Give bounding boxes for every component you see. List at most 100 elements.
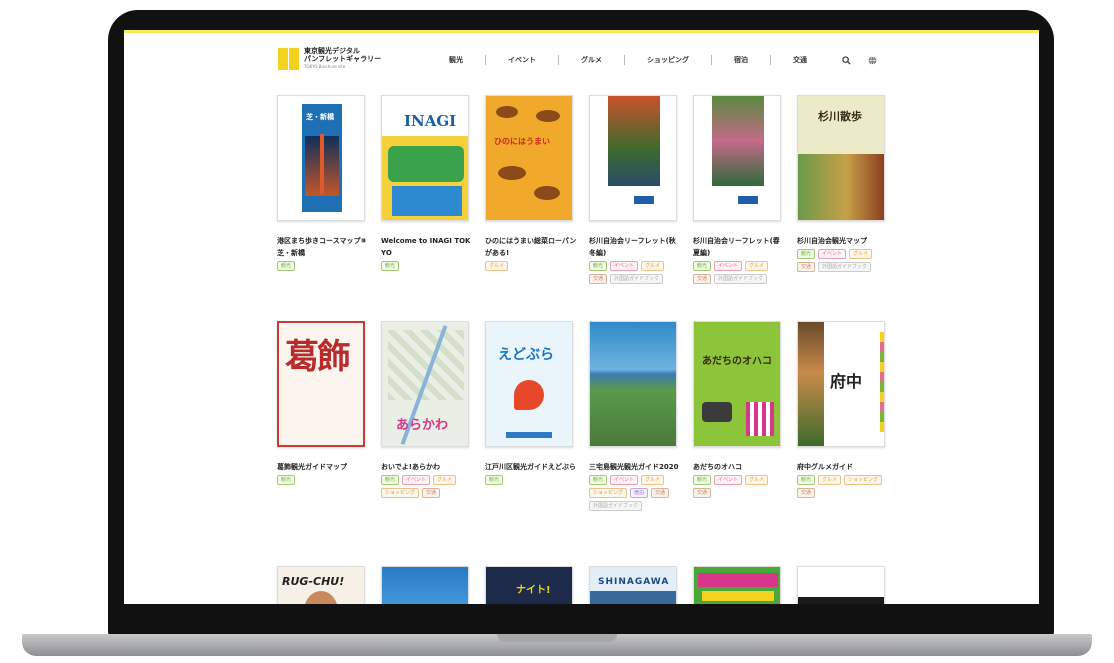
tag-transport[interactable]: 交通 <box>422 488 441 498</box>
tag-gourmet[interactable]: グルメ <box>849 249 873 259</box>
brochure-cover[interactable]: RUG-CHU! <box>277 566 365 604</box>
site-logo[interactable] <box>278 48 299 70</box>
tag-gourmet[interactable]: グルメ <box>433 475 457 485</box>
brochure-cover[interactable]: ひのにはうまい <box>485 95 573 221</box>
tag-foreign[interactable]: 外国語ガイドブック <box>818 262 872 272</box>
brochure-title[interactable]: 府中グルメガイド <box>797 461 889 473</box>
site-header: 東京観光デジタル パンフレットギャラリー TOKYO Brochure site… <box>124 30 1039 78</box>
cover-text: あだちのオハコ <box>702 356 772 367</box>
tag-shopping[interactable]: ショッピング <box>589 488 628 498</box>
brochure-card[interactable] <box>797 566 889 604</box>
brochure-cover[interactable] <box>381 566 469 604</box>
tag-shopping[interactable]: ショッピング <box>844 475 883 485</box>
brochure-title[interactable]: 江戸川区観光ガイドえどぶら <box>485 461 577 473</box>
tag-kanko[interactable]: 観光 <box>589 475 608 485</box>
brochure-card[interactable]: INAGI Welcome to INAGI TOKYO 観光 <box>381 95 473 271</box>
tag-shopping[interactable]: ショッピング <box>381 488 420 498</box>
brochure-cover[interactable]: 府中 <box>797 321 885 447</box>
tag-kanko[interactable]: 観光 <box>797 249 816 259</box>
tag-event[interactable]: イベント <box>402 475 431 485</box>
brochure-title[interactable]: 三宅島観光観光ガイド2020 <box>589 461 681 473</box>
search-icon[interactable] <box>842 56 851 65</box>
tag-kanko[interactable]: 観光 <box>381 261 400 271</box>
tag-transport[interactable]: 交通 <box>693 488 712 498</box>
nav-transport[interactable]: 交通 <box>771 55 829 65</box>
site-title[interactable]: 東京観光デジタル パンフレットギャラリー <box>304 47 381 63</box>
brochure-cover[interactable] <box>693 566 781 604</box>
brochure-card[interactable]: ひのにはうまい ひのにはうまい総菜ローパンがある! グルメ <box>485 95 577 271</box>
brochure-card[interactable]: 三宅島観光観光ガイド2020 観光 イベント グルメ ショッピング 宿泊 交通 … <box>589 321 681 511</box>
brochure-title[interactable]: Welcome to INAGI TOKYO <box>381 235 473 259</box>
nav-stay[interactable]: 宿泊 <box>712 55 771 65</box>
nav-gourmet[interactable]: グルメ <box>559 55 625 65</box>
tag-kanko[interactable]: 観光 <box>693 475 712 485</box>
brochure-card[interactable]: 芝・新橋 港区まち歩きコースマップ⑧ 芝・新橋 観光 <box>277 95 369 271</box>
brochure-cover[interactable] <box>693 95 781 221</box>
brochure-card[interactable]: えどぶら 江戸川区観光ガイドえどぶら 観光 <box>485 321 577 485</box>
tag-kanko[interactable]: 観光 <box>381 475 400 485</box>
nav-kanko[interactable]: 観光 <box>427 55 486 65</box>
brochure-card[interactable]: RUG-CHU! <box>277 566 369 604</box>
brochure-cover[interactable]: INAGI <box>381 95 469 221</box>
brochure-title[interactable]: 杉川自治会リーフレット(秋冬編) <box>589 235 681 259</box>
tag-event[interactable]: イベント <box>610 475 639 485</box>
brochure-title[interactable]: 杉川自治会リーフレット(春夏編) <box>693 235 785 259</box>
brochure-cover[interactable]: 杉川散歩 <box>797 95 885 221</box>
brochure-cover[interactable]: 葛飾 <box>277 321 365 447</box>
nav-event[interactable]: イベント <box>486 55 559 65</box>
tag-stay[interactable]: 宿泊 <box>630 488 649 498</box>
globe-icon[interactable] <box>868 56 877 65</box>
tag-kanko[interactable]: 観光 <box>693 261 712 271</box>
tag-foreign[interactable]: 外国語ガイドブック <box>610 274 664 284</box>
brochure-title[interactable]: あだちのオハコ <box>693 461 785 473</box>
brochure-card[interactable]: 杉川散歩 杉川自治会観光マップ 観光 イベント グルメ 交通 外国語ガイドブック <box>797 95 889 272</box>
brochure-card[interactable]: 葛飾 葛飾観光ガイドマップ 観光 <box>277 321 369 485</box>
brochure-cover[interactable]: あらかわ <box>381 321 469 447</box>
tag-gourmet[interactable]: グルメ <box>485 261 509 271</box>
tag-transport[interactable]: 交通 <box>797 262 816 272</box>
tag-kanko[interactable]: 観光 <box>485 475 504 485</box>
nav-shopping[interactable]: ショッピング <box>625 55 712 65</box>
tag-gourmet[interactable]: グルメ <box>641 475 665 485</box>
brochure-card[interactable]: あだちのオハコ あだちのオハコ 観光 イベント グルメ 交通 <box>693 321 785 498</box>
brochure-cover[interactable]: SHINAGAWA <box>589 566 677 604</box>
brochure-card[interactable]: 杉川自治会リーフレット(秋冬編) 観光 イベント グルメ 交通 外国語ガイドブッ… <box>589 95 681 284</box>
tag-gourmet[interactable]: グルメ <box>745 475 769 485</box>
brochure-card[interactable] <box>381 566 473 604</box>
brochure-title[interactable]: おいでよ!あらかわ <box>381 461 473 473</box>
tag-gourmet[interactable]: グルメ <box>818 475 842 485</box>
brochure-card[interactable]: 杉川自治会リーフレット(春夏編) 観光 イベント グルメ 交通 外国語ガイドブッ… <box>693 95 785 284</box>
brochure-cover[interactable]: えどぶら <box>485 321 573 447</box>
brochure-card[interactable]: あらかわ おいでよ!あらかわ 観光 イベント グルメ ショッピング 交通 <box>381 321 473 498</box>
brochure-cover[interactable] <box>589 321 677 447</box>
tag-kanko[interactable]: 観光 <box>589 261 608 271</box>
tag-kanko[interactable]: 観光 <box>277 475 296 485</box>
tag-transport[interactable]: 交通 <box>693 274 712 284</box>
tag-gourmet[interactable]: グルメ <box>745 261 769 271</box>
tag-kanko[interactable]: 観光 <box>797 475 816 485</box>
tag-foreign[interactable]: 外国語ガイドブック <box>589 501 643 511</box>
tag-gourmet[interactable]: グルメ <box>641 261 665 271</box>
tag-event[interactable]: イベント <box>714 261 743 271</box>
brochure-title[interactable]: ひのにはうまい総菜ローパンがある! <box>485 235 577 259</box>
brochure-cover[interactable] <box>797 566 885 604</box>
brochure-cover[interactable]: あだちのオハコ <box>693 321 781 447</box>
brochure-cover[interactable]: ナイト! <box>485 566 573 604</box>
brochure-card[interactable]: SHINAGAWA <box>589 566 681 604</box>
brochure-title[interactable]: 葛飾観光ガイドマップ <box>277 461 369 473</box>
tag-event[interactable]: イベント <box>714 475 743 485</box>
tag-transport[interactable]: 交通 <box>651 488 670 498</box>
tag-transport[interactable]: 交通 <box>589 274 608 284</box>
tag-event[interactable]: イベント <box>610 261 639 271</box>
tag-kanko[interactable]: 観光 <box>277 261 296 271</box>
brochure-card[interactable]: 府中 府中グルメガイド 観光 グルメ ショッピング 交通 <box>797 321 889 498</box>
tag-foreign[interactable]: 外国語ガイドブック <box>714 274 768 284</box>
brochure-cover[interactable]: 芝・新橋 <box>277 95 365 221</box>
brochure-title[interactable]: 港区まち歩きコースマップ⑧ 芝・新橋 <box>277 235 369 259</box>
brochure-card[interactable]: ナイト! <box>485 566 577 604</box>
brochure-title[interactable]: 杉川自治会観光マップ <box>797 235 889 247</box>
brochure-cover[interactable] <box>589 95 677 221</box>
brochure-card[interactable] <box>693 566 785 604</box>
tag-transport[interactable]: 交通 <box>797 488 816 498</box>
tag-event[interactable]: イベント <box>818 249 847 259</box>
